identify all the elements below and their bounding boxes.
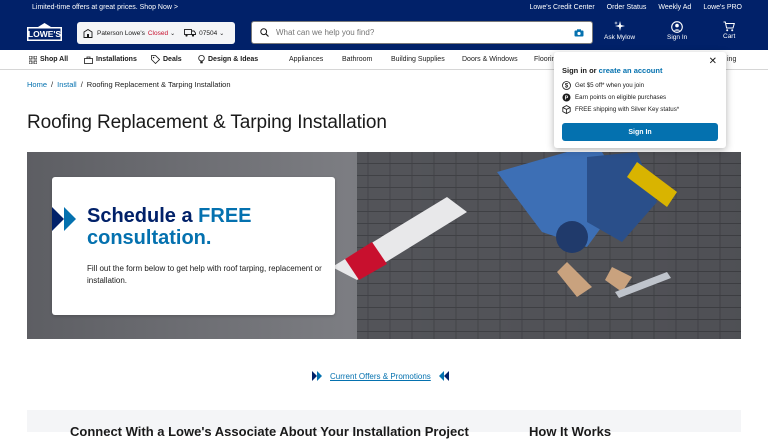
benefit-row: FREE shipping with Silver Key status* [562,105,679,114]
sign-in-button[interactable]: Sign In [667,21,687,41]
close-icon[interactable]: ✕ [709,56,717,67]
nav-label: Design & Ideas [208,56,259,63]
ask-mylow-button[interactable]: Ask Mylow [604,21,635,41]
order-status-link[interactable]: Order Status [607,4,647,11]
store-status: Closed [147,29,169,37]
chevron-left-double-icon [438,371,449,381]
sign-in-label: Sign In [667,34,688,41]
nav-design-ideas[interactable]: Design & Ideas [198,55,258,64]
chevron-down-icon: ⌄ [170,30,176,37]
page-title: Roofing Replacement & Tarping Installati… [27,112,387,133]
hero-title-prefix: Schedule a [87,205,199,227]
nav-label: Doors & Windows [462,56,518,63]
breadcrumb: Home / Install / Roofing Replacement & T… [27,80,231,89]
hero-body: Fill out the form below to get help with… [87,264,322,285]
popup-sign-in-button[interactable]: Sign In [562,123,718,141]
hero-title-line1: Schedule a FREE [87,205,252,228]
create-account-link[interactable]: create an account [599,66,663,75]
cart-label: Cart [723,33,736,40]
nav-appliances[interactable]: Appliances [289,56,323,63]
popup-heading-prefix: Sign in or [562,66,599,75]
zip-code: 07504 [199,29,218,37]
hero-title-line2: consultation. [87,227,212,249]
sign-in-popup: ✕ Sign in or create an account $ Get $5 … [554,52,726,148]
connect-section: Connect With a Lowe's Associate About Yo… [27,410,741,439]
nav-deals[interactable]: Deals [151,55,182,64]
benefit-text: FREE shipping with Silver Key status* [575,106,680,113]
cart-icon [723,21,736,32]
nav-label: Bathroom [342,56,373,63]
lowes-pro-link[interactable]: Lowe's PRO [703,4,742,11]
nav-label: ing [727,56,737,63]
benefit-text: Get $5 off* when you join [575,82,645,89]
breadcrumb-install[interactable]: Install [57,80,77,89]
store-icon [83,28,93,38]
chevron-down-icon: ⌄ [219,30,225,37]
points-icon: P [562,93,571,102]
breadcrumb-current: Roofing Replacement & Tarping Installati… [86,80,231,89]
store-name: Paterson Lowe's [97,29,145,37]
delivery-truck-icon [184,29,197,37]
nav-label: Appliances [289,56,324,63]
nav-shop-all[interactable]: Shop All [29,55,69,64]
weekly-ad-link[interactable]: Weekly Ad [658,4,691,11]
nav-doors-windows[interactable]: Doors & Windows [462,56,518,63]
credit-center-link[interactable]: Lowe's Credit Center [530,4,595,11]
ask-mylow-label: Ask Mylow [604,34,636,41]
benefit-row: $ Get $5 off* when you join [562,81,644,90]
nav-building-supplies[interactable]: Building Supplies [391,56,445,63]
breadcrumb-home[interactable]: Home [27,80,47,89]
nav-label: Deals [163,56,182,63]
lightbulb-icon [198,55,205,64]
store-selector[interactable]: Paterson Lowe's Closed ⌄ 07504 ⌄ [77,22,235,44]
nav-label: Shop All [40,56,69,63]
consultation-card: Schedule a FREE consultation. Fill out t… [52,177,335,315]
nav-installations[interactable]: Installations [84,56,137,64]
toolbox-icon [84,56,93,64]
lowes-logo[interactable]: LOWE'S [27,23,62,41]
chevron-right-double-icon [312,371,322,381]
offers-label: Current Offers & Promotions [330,371,431,381]
cart-button[interactable]: Cart [723,21,735,40]
promo-bar: Limited-time offers at great prices. Sho… [0,0,768,14]
tag-icon [151,55,160,64]
site-header: LOWE'S Paterson Lowe's Closed ⌄ 07504 ⌄ … [0,14,768,50]
promo-shop-now-link[interactable]: Limited-time offers at great prices. Sho… [32,4,178,11]
lowes-logo-icon: LOWE'S [27,23,62,41]
popup-heading: Sign in or create an account [562,66,662,75]
account-icon [671,21,683,33]
breadcrumb-separator: / [51,80,54,89]
box-icon [562,105,571,114]
svg-text:LOWE'S: LOWE'S [28,29,62,39]
breadcrumb-separator: / [80,80,83,89]
search-icon [260,28,269,37]
search-input[interactable] [276,28,574,37]
nav-more-truncated[interactable]: ing [727,56,736,63]
current-offers-link[interactable]: Current Offers & Promotions [312,371,449,381]
benefit-text: Earn points on eligible purchases [575,94,667,101]
benefit-row: P Earn points on eligible purchases [562,93,666,102]
nav-bathroom[interactable]: Bathroom [342,56,372,63]
search-bar [251,21,593,44]
double-chevron-icon [52,207,76,231]
nav-label: Building Supplies [391,56,445,63]
dollar-icon: $ [562,81,571,90]
svg-text:P: P [565,96,569,102]
grid-icon [29,55,37,64]
nav-label: Installations [96,56,137,63]
promo-links: Lowe's Credit Center Order Status Weekly… [530,4,742,11]
hero-title-free: FREE [198,205,252,227]
sparkle-icon [614,21,626,32]
camera-icon[interactable] [574,28,584,37]
